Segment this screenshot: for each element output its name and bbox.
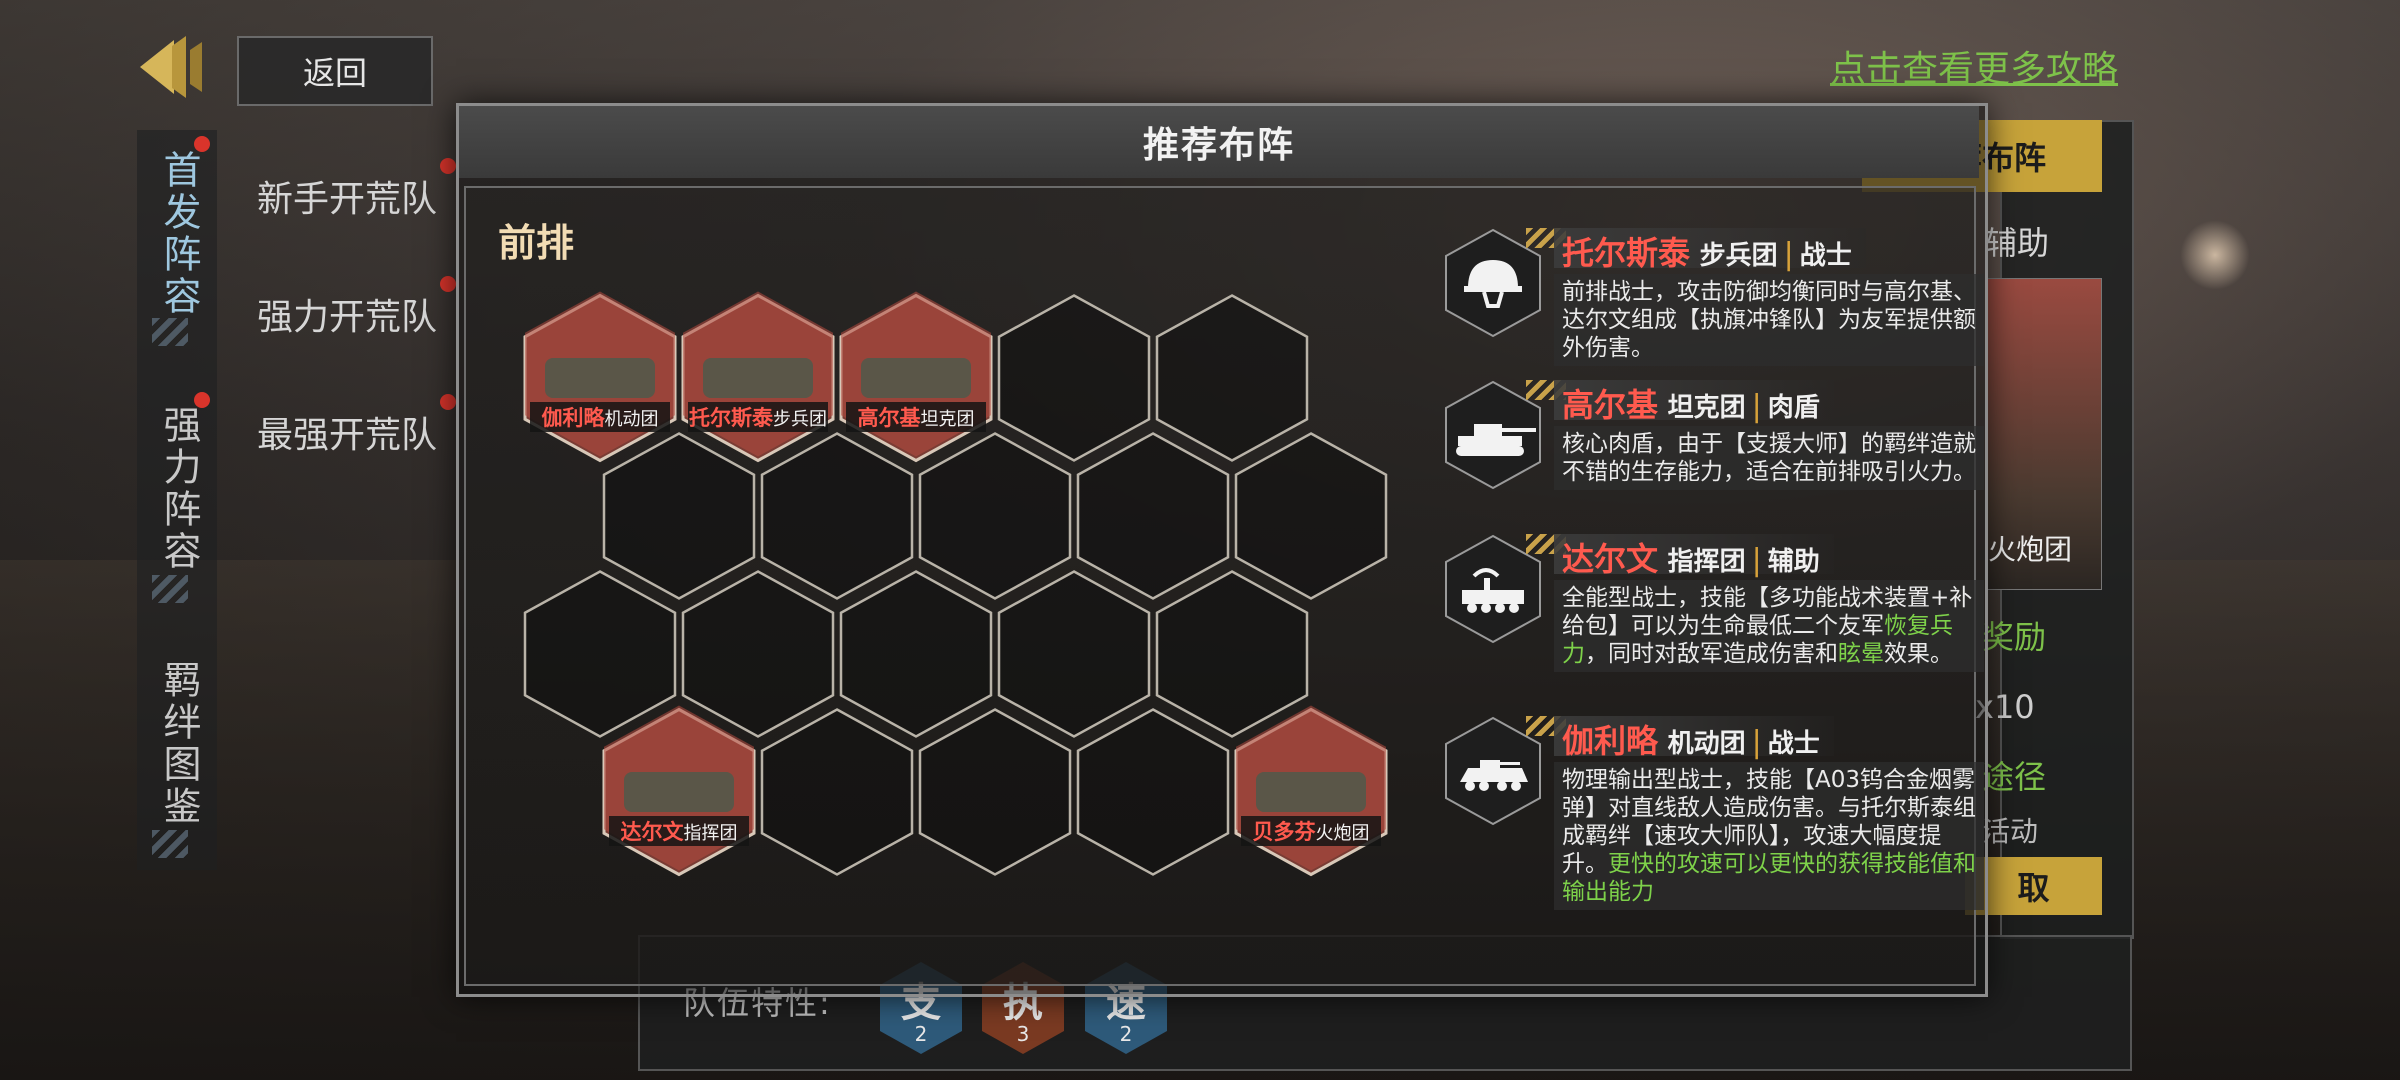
unit-name: 贝多芬 (1253, 820, 1317, 844)
unit-silhouette (1256, 772, 1366, 812)
tab-stripe-decor (152, 830, 188, 858)
modal-title: 推荐布阵 (459, 106, 1979, 178)
formation-slot-filled[interactable]: 伽利略机动团 (523, 291, 677, 463)
unit-label: 达尔文指挥团 (621, 820, 738, 844)
sub-tab-strongest-team[interactable]: 最强开荒队 (257, 406, 437, 458)
sub-tab-strong-team[interactable]: 强力开荒队 (257, 288, 437, 340)
hero-title: 达尔文 指挥团 | 辅助 (1554, 534, 1834, 578)
notification-dot (440, 158, 456, 174)
formation-slot-empty[interactable] (1155, 570, 1309, 738)
unit-name: 托尔斯泰 (689, 406, 774, 430)
trait-count: 3 (1016, 1022, 1030, 1046)
formation-slot-empty[interactable] (760, 708, 914, 876)
side-tab-strong-lineup[interactable]: 强力阵容 (150, 405, 202, 573)
formation-slot-empty[interactable] (839, 570, 993, 738)
hero-info-galileo: 伽利略 机动团 | 战士 物理输出型战士，技能【A03钨合金烟雾弹】对直线敌人造成伤… (1444, 716, 1984, 936)
unit-name: 达尔文 (621, 820, 685, 844)
unit-label: 托尔斯泰步兵团 (689, 406, 827, 430)
unit-label: 伽利略机动团 (542, 406, 659, 430)
hero-description: 核心肉盾，由于【支援大师】的羁绊造就不错的生存能力，适合在前排吸引火力。 (1554, 426, 1984, 490)
trait-count: 2 (1119, 1022, 1133, 1046)
unit-type: 机动团 (605, 409, 659, 430)
desc-text: ，同时对敌军造成伤害和 (1585, 641, 1838, 667)
unit-name: 伽利略 (542, 406, 606, 430)
hero-role: 战士 (1799, 241, 1852, 271)
unit-silhouette (861, 358, 971, 398)
highlight-text: 眩晕 (1838, 641, 1884, 667)
unit-type: 指挥团 (684, 823, 738, 844)
formation-slot-empty[interactable] (681, 570, 835, 738)
tab-stripe-decor (152, 575, 188, 603)
formation-slot-filled[interactable]: 托尔斯泰步兵团 (681, 291, 835, 463)
hero-description: 物理输出型战士，技能【A03钨合金烟雾弹】对直线敌人造成伤害。与托尔斯泰组成羁绊… (1554, 762, 1984, 910)
unit-type: 步兵团 (773, 409, 827, 430)
hero-unit: 机动团 (1667, 729, 1746, 759)
hero-unit: 指挥团 (1667, 547, 1746, 577)
unit-type: 坦克团 (921, 409, 975, 430)
formation-slot-empty[interactable] (760, 432, 914, 600)
back-arrow-icon[interactable] (138, 32, 208, 102)
background-sun (2180, 220, 2250, 290)
hero-name: 伽利略 (1562, 722, 1659, 760)
hero-title: 高尔基 坦克团 | 肉盾 (1554, 380, 1834, 424)
support-label: 辅助 (1985, 224, 2050, 262)
formation-slot-empty[interactable] (602, 432, 756, 600)
notification-dot (194, 392, 210, 408)
unit-type: 火炮团 (1316, 823, 1370, 844)
formation-slot-empty[interactable] (997, 570, 1151, 738)
hero-role: 肉盾 (1767, 393, 1820, 423)
desc-text: 核心肉盾，由于【支援大师】的羁绊造就不错的生存能力，适合在前排吸引火力。 (1562, 431, 1976, 485)
unit-label: 高尔基坦克团 (858, 406, 975, 430)
hero-name: 高尔基 (1562, 386, 1659, 424)
unit-silhouette (545, 358, 655, 398)
unit-silhouette (624, 772, 734, 812)
hero-title: 托尔斯泰 步兵团 | 战士 (1554, 228, 1866, 272)
guide-link[interactable]: 点击查看更多攻略 (1830, 40, 2118, 92)
unit-label: 贝多芬火炮团 (1253, 820, 1370, 844)
unit-name: 高尔基 (858, 406, 922, 430)
back-button[interactable]: 返回 (237, 36, 433, 106)
unit-silhouette (703, 358, 813, 398)
formation-slot-filled[interactable]: 达尔文指挥团 (602, 705, 756, 877)
hero-info-gorky: 高尔基 坦克团 | 肉盾 核心肉盾，由于【支援大师】的羁绊造就不错的生存能力，适合在… (1444, 380, 1984, 510)
formation-slot-empty[interactable] (1234, 432, 1388, 600)
front-row-label: 前排 (498, 221, 575, 265)
highlight-text: 更快的攻速可以更快的获得技能值和输出能力 (1562, 851, 1976, 905)
hero-description: 前排战士，攻击防御均衡同时与高尔基、达尔文组成【执旗冲锋队】为友军提供额外伤害。 (1554, 274, 1984, 366)
formation-slot-empty[interactable] (1155, 294, 1309, 462)
formation-slot-empty[interactable] (1076, 708, 1230, 876)
desc-text: 前排战士，攻击防御均衡同时与高尔基、达尔文组成【执旗冲锋队】为友军提供额外伤害。 (1562, 279, 1976, 361)
tab-stripe-decor (152, 318, 188, 346)
formation-slot-empty[interactable] (1076, 432, 1230, 600)
hero-description: 全能型战士，技能【多功能战术装置+补给包】可以为生命最低二个友军恢复兵力，同时对… (1554, 580, 1984, 672)
hero-info-darwin: 达尔文 指挥团 | 辅助 全能型战士，技能【多功能战术装置+补给包】可以为生命最低二… (1444, 534, 1984, 694)
reward-label: 奖励 (1982, 618, 2047, 656)
source-label: 途径 (1982, 758, 2047, 796)
formation-slot-empty[interactable] (523, 570, 677, 738)
hero-name: 托尔斯泰 (1562, 234, 1691, 272)
hero-title: 伽利略 机动团 | 战士 (1554, 716, 1834, 760)
card-unit-label: 火炮团 (1988, 533, 2073, 566)
notification-dot (440, 276, 456, 292)
hero-info-tolstoy: 托尔斯泰 步兵团 | 战士 前排战士，攻击防御均衡同时与高尔基、达尔文组成【执旗冲锋… (1444, 228, 1984, 366)
hero-role: 辅助 (1767, 547, 1820, 577)
trait-count: 2 (914, 1022, 928, 1046)
notification-dot (440, 394, 456, 410)
formation-slot-filled[interactable]: 高尔基坦克团 (839, 291, 993, 463)
formation-slot-filled[interactable]: 贝多芬火炮团 (1234, 705, 1388, 877)
hero-name: 达尔文 (1562, 540, 1659, 578)
notification-dot (194, 136, 210, 152)
hero-unit: 步兵团 (1699, 241, 1778, 271)
hero-unit: 坦克团 (1667, 393, 1746, 423)
desc-text: 效果。 (1884, 641, 1953, 667)
sub-tab-novice-team[interactable]: 新手开荒队 (257, 170, 437, 222)
side-tab-bond-codex[interactable]: 羁绊图鉴 (150, 660, 202, 828)
formation-slot-empty[interactable] (918, 432, 1072, 600)
formation-board: 伽利略机动团 托尔斯泰步兵团 高尔基坦克团达尔文指挥团 贝多芬火炮团 (523, 291, 1388, 877)
hero-role: 战士 (1767, 729, 1820, 759)
activity-label: 活动 (1982, 815, 2039, 848)
formation-slot-empty[interactable] (997, 294, 1151, 462)
formation-slot-empty[interactable] (918, 708, 1072, 876)
side-tab-starting-lineup[interactable]: 首发阵容 (150, 150, 202, 318)
